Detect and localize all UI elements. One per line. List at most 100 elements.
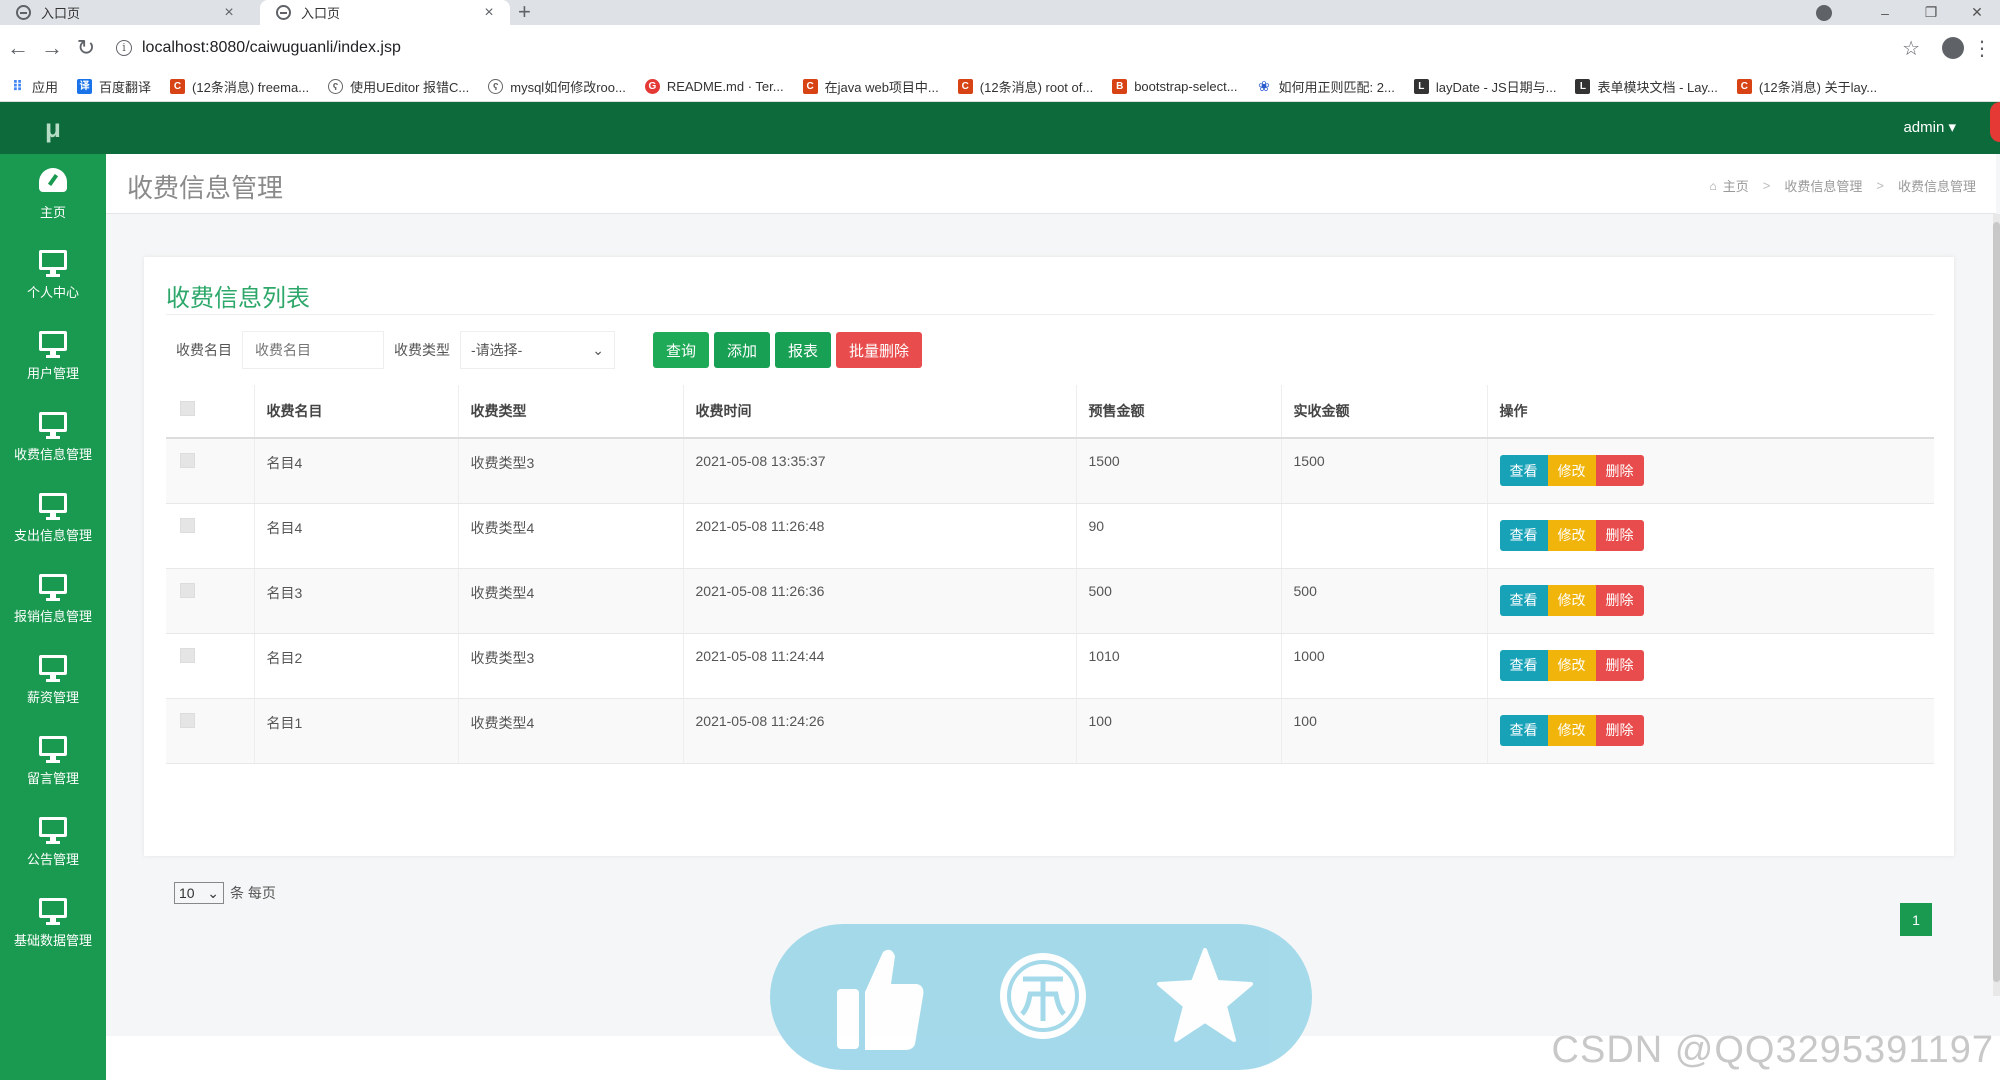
browser-tab[interactable]: 入口页 × [0,0,250,25]
side-tab-handle[interactable] [1990,102,2000,142]
row-checkbox[interactable] [180,453,195,468]
fee-time-cell: 2021-05-08 11:24:26 [683,698,1077,764]
edit-button[interactable]: 修改 [1547,714,1596,746]
search-button[interactable]: 查询 [653,332,710,368]
back-arrow-icon[interactable]: ← [2,35,34,61]
monitor-icon [39,736,67,763]
per-page-label: 条 每页 [230,885,276,901]
bookmark-item[interactable]: ❀ 如何用正则匹配: 2... [1257,77,1395,96]
address-bar[interactable]: i localhost:8080/caiwuguanli/index.jsp [116,33,1896,63]
tab-title: 入口页 [41,6,81,21]
bookmark-item[interactable]: ʕ 使用UEditor 报错C... [328,77,469,96]
social-action-overlay [770,924,1312,1070]
bookmark-item[interactable]: 译百度翻译 [77,77,151,96]
edit-button[interactable]: 修改 [1547,455,1596,486]
delete-button[interactable]: 删除 [1595,649,1644,681]
close-icon[interactable]: × [220,4,238,22]
globe-icon [276,5,291,20]
url-text: localhost:8080/caiwuguanli/index.jsp [142,39,401,56]
pagination-page-1[interactable]: 1 [1900,903,1932,936]
row-checkbox[interactable] [180,712,195,728]
column-header[interactable]: 收费名目 [254,385,459,439]
fee-name-search-input[interactable] [242,331,384,369]
user-menu[interactable]: admin ▾ [1903,118,1956,136]
sidebar-item-profile[interactable]: 个人中心 [0,235,106,316]
page-size-select[interactable]: 10 ⌄ [174,882,224,904]
batch-delete-button[interactable]: 批量删除 [836,332,923,368]
page-size-control: 10 ⌄ 条 每页 [174,882,276,904]
row-checkbox[interactable] [180,582,195,598]
page-header: 收费信息管理 ⌂ 主页 > 收费信息管理 > 收费信息管理 [106,154,1996,214]
browser-tab-active[interactable]: 入口页 × [260,0,510,25]
delete-button[interactable]: 删除 [1595,455,1644,486]
restore-icon[interactable]: ❐ [1908,4,1954,21]
star-icon[interactable] [1155,946,1255,1046]
row-checkbox[interactable] [180,517,195,533]
edit-button[interactable]: 修改 [1547,584,1596,616]
bookmark-item[interactable]: Bbootstrap-select... [1112,78,1238,94]
type-filter-label: 收费类型 [394,342,450,358]
breadcrumb-separator: > [1876,178,1884,193]
bookmark-item[interactable]: G README.md · Ter... [644,78,784,94]
name-filter-label: 收费名目 [176,342,232,358]
bookmark-item[interactable]: ʕ mysql如何修改roo... [488,77,626,96]
more-vert-icon[interactable]: ⋮ [1972,36,1992,61]
column-header[interactable]: 收费时间 [683,385,1077,439]
new-tab-plus-icon[interactable]: + [518,0,531,25]
forward-arrow-icon[interactable]: → [36,35,68,61]
view-button[interactable]: 查看 [1499,649,1548,681]
account-icon[interactable] [1942,37,1964,59]
add-button[interactable]: 添加 [714,332,771,368]
sidebar-item-announcements[interactable]: 公告管理 [0,802,106,883]
row-checkbox[interactable] [180,647,195,663]
thumbs-up-icon[interactable] [835,944,925,1054]
sidebar-item-home[interactable]: 主页 [0,154,106,235]
monitor-icon [39,493,67,520]
bookmark-item[interactable]: C 在java web项目中... [802,77,939,96]
edit-button[interactable]: 修改 [1547,649,1596,681]
column-header: 操作 [1487,385,1934,439]
bookmark-item[interactable]: C (12条消息) freema... [170,77,309,96]
bookmark-item[interactable]: C (12条消息) 关于lay... [1736,77,1877,96]
bookmark-item[interactable]: L 表单模块文档 - Lay... [1575,77,1718,96]
sidebar-item-users[interactable]: 用户管理 [0,316,106,397]
column-header[interactable]: 收费类型 [458,385,684,439]
column-header[interactable]: 预售金额 [1076,385,1282,439]
view-button[interactable]: 查看 [1499,584,1548,616]
delete-button[interactable]: 删除 [1595,714,1644,746]
scrollbar-thumb[interactable] [1993,222,2000,982]
layui-icon: L [1413,78,1429,94]
column-header[interactable]: 实收金额 [1281,385,1488,439]
fee-type-select[interactable]: -请选择- ⌄ [460,331,615,369]
tab-search-icon[interactable] [1816,4,1832,21]
sidebar-item-fees[interactable]: 收费信息管理 [0,397,106,478]
view-button[interactable]: 查看 [1499,455,1548,486]
view-button[interactable]: 查看 [1499,519,1548,551]
app-logo[interactable]: μ [0,102,106,154]
window-close-icon[interactable]: ✕ [1954,4,2000,21]
sidebar-item-reimbursement[interactable]: 报销信息管理 [0,559,106,640]
report-button[interactable]: 报表 [775,332,832,368]
breadcrumb: ⌂ 主页 > 收费信息管理 > 收费信息管理 [1710,176,1976,195]
sidebar-item-salary[interactable]: 薪资管理 [0,640,106,721]
coin-icon[interactable] [998,946,1088,1046]
sidebar-item-expenses[interactable]: 支出信息管理 [0,478,106,559]
delete-button[interactable]: 删除 [1595,584,1644,616]
breadcrumb-section[interactable]: 收费信息管理 [1784,176,1862,195]
sidebar-item-basic-data[interactable]: 基础数据管理 [0,883,106,964]
close-icon[interactable]: × [480,4,498,22]
table-row: 名目1 收费类型4 2021-05-08 11:24:26 100 100 查看… [166,698,1934,764]
bookmark-star-icon[interactable]: ☆ [1902,36,1920,61]
bookmark-item[interactable]: C (12条消息) root of... [957,77,1093,96]
breadcrumb-home[interactable]: 主页 [1723,176,1749,195]
delete-button[interactable]: 删除 [1595,519,1644,551]
edit-button[interactable]: 修改 [1547,519,1596,551]
select-all-checkbox[interactable] [180,401,195,416]
bookmark-apps[interactable]: ⠿ 应用 [10,77,58,96]
bookmark-item[interactable]: LlayDate - JS日期与... [1413,77,1556,96]
info-icon[interactable]: i [116,40,132,56]
sidebar-item-messages[interactable]: 留言管理 [0,721,106,802]
view-button[interactable]: 查看 [1499,714,1548,746]
reload-icon[interactable]: ↻ [70,35,102,61]
minimize-icon[interactable]: – [1862,5,1908,21]
